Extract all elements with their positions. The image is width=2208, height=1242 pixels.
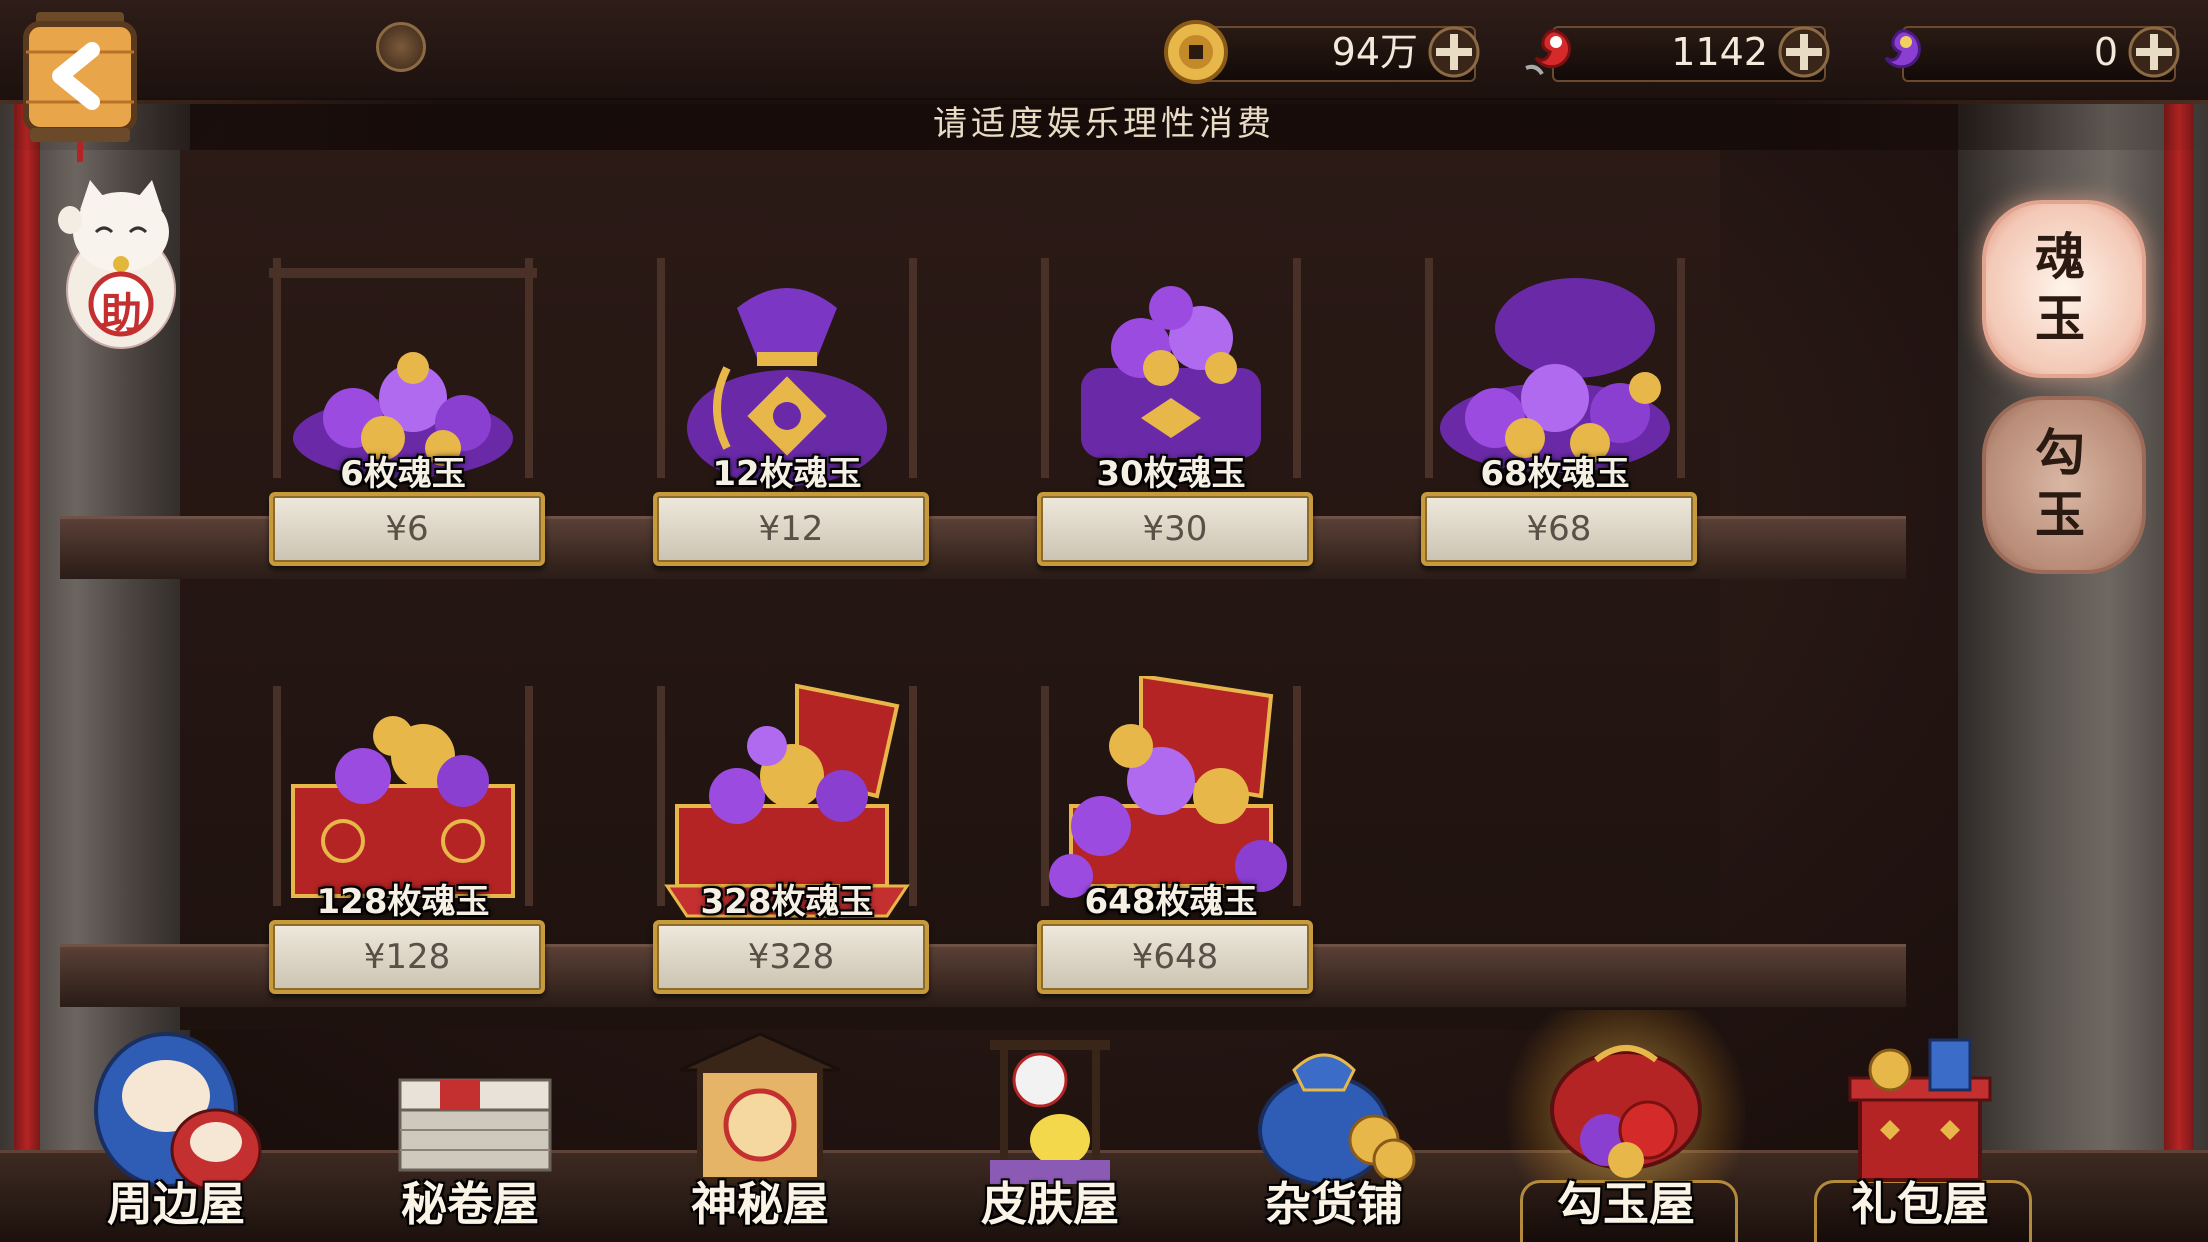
currency-magatama: 1142 <box>1512 18 1832 86</box>
helper-button[interactable]: 助 <box>56 180 186 350</box>
tab-label: 勾玉 <box>1982 422 2138 546</box>
price-button[interactable]: ¥6 <box>269 492 545 566</box>
product-name: 6枚魂玉 <box>340 454 466 494</box>
tab-soul-jade[interactable]: 魂玉 <box>1982 200 2146 378</box>
product-card[interactable]: 12枚魂玉 ¥12 <box>647 228 929 578</box>
magatama-icon <box>1525 29 1571 76</box>
lantern-back-icon <box>23 12 137 162</box>
nav-gift-packs[interactable]: 礼包屋 <box>1800 1030 2040 1242</box>
coin-bag-icon <box>1258 1053 1416 1186</box>
nav-label: 周边屋 <box>107 1177 245 1231</box>
price-button[interactable]: ¥30 <box>1037 492 1313 566</box>
product-name: 328枚魂玉 <box>700 882 874 922</box>
tab-char: 勾玉 <box>2035 423 2085 544</box>
currency-value: 0 <box>2093 30 2118 74</box>
tab-magatama[interactable]: 勾玉 <box>1982 396 2146 574</box>
nav-label: 神秘屋 <box>691 1177 829 1231</box>
nav-scrolls[interactable]: 秘卷屋 <box>350 1030 590 1242</box>
nav-mystery[interactable]: 神秘屋 <box>640 1030 880 1242</box>
add-soul-jade-button[interactable] <box>2126 24 2182 80</box>
currency-value: 1142 <box>1671 30 1768 74</box>
add-gold-button[interactable] <box>1426 24 1482 80</box>
nav-magatama-shop[interactable]: 勾玉屋 <box>1506 1010 1746 1242</box>
price-button[interactable]: ¥648 <box>1037 920 1313 994</box>
product-name: 68枚魂玉 <box>1480 454 1630 494</box>
product-name: 128枚魂玉 <box>316 882 490 922</box>
nav-label: 秘卷屋 <box>401 1177 539 1231</box>
currency-gold: 94万 <box>1162 18 1482 86</box>
spending-notice: 请适度娱乐理性消费 <box>0 98 2208 150</box>
gold-coin-icon <box>1164 20 1228 84</box>
nav-label: 皮肤屋 <box>981 1177 1119 1231</box>
product-card[interactable]: 6枚魂玉 ¥6 <box>263 228 545 578</box>
tab-char: 魂玉 <box>2035 227 2085 348</box>
price-button[interactable]: ¥12 <box>653 492 929 566</box>
shop-screen: 请适度娱乐理性消费 助 94万 1142 0 6枚魂玉 ¥6 12枚魂玉 ¥12… <box>0 0 2208 1242</box>
nav-label: 杂货铺 <box>1265 1177 1403 1231</box>
skin-wardrobe-icon <box>990 1040 1110 1184</box>
product-card[interactable]: 30枚魂玉 ¥30 <box>1031 228 1313 578</box>
bottom-nav: 周边屋 秘卷屋 神秘屋 皮肤屋 杂货铺 勾玉屋 礼包屋 <box>0 1010 2208 1242</box>
tab-label: 魂玉 <box>1982 226 2138 350</box>
product-name: 30枚魂玉 <box>1096 454 1246 494</box>
nav-label: 勾玉屋 <box>1557 1177 1695 1231</box>
scroll-books-icon <box>398 1078 552 1172</box>
soul-jade-icon <box>1884 29 1921 69</box>
nav-merch[interactable]: 周边屋 <box>56 1030 296 1242</box>
magatama-bag-icon <box>1550 1045 1702 1178</box>
product-card[interactable]: 328枚魂玉 ¥328 <box>647 656 929 1006</box>
back-button[interactable] <box>18 12 142 162</box>
helper-label: 助 <box>99 289 142 338</box>
product-name: 648枚魂玉 <box>1084 882 1258 922</box>
product-card[interactable]: 128枚魂玉 ¥128 <box>263 656 545 1006</box>
currency-soul-jade: 0 <box>1862 18 2182 86</box>
price-button[interactable]: ¥128 <box>269 920 545 994</box>
ornament-knob <box>376 22 426 72</box>
price-button[interactable]: ¥328 <box>653 920 929 994</box>
nav-label: 礼包屋 <box>1851 1177 1989 1231</box>
price-button[interactable]: ¥68 <box>1421 492 1697 566</box>
nav-general-store[interactable]: 杂货铺 <box>1214 1030 1454 1242</box>
daruma-icon <box>94 1032 262 1190</box>
product-card[interactable]: 648枚魂玉 ¥648 <box>1031 656 1313 1006</box>
nav-skins[interactable]: 皮肤屋 <box>930 1030 1170 1242</box>
gift-box-icon <box>1848 1038 1992 1182</box>
mystery-lantern-icon <box>679 1032 841 1183</box>
product-card[interactable]: 68枚魂玉 ¥68 <box>1415 228 1697 578</box>
add-magatama-button[interactable] <box>1776 24 1832 80</box>
product-name: 12枚魂玉 <box>712 454 862 494</box>
currency-value: 94万 <box>1331 30 1418 74</box>
